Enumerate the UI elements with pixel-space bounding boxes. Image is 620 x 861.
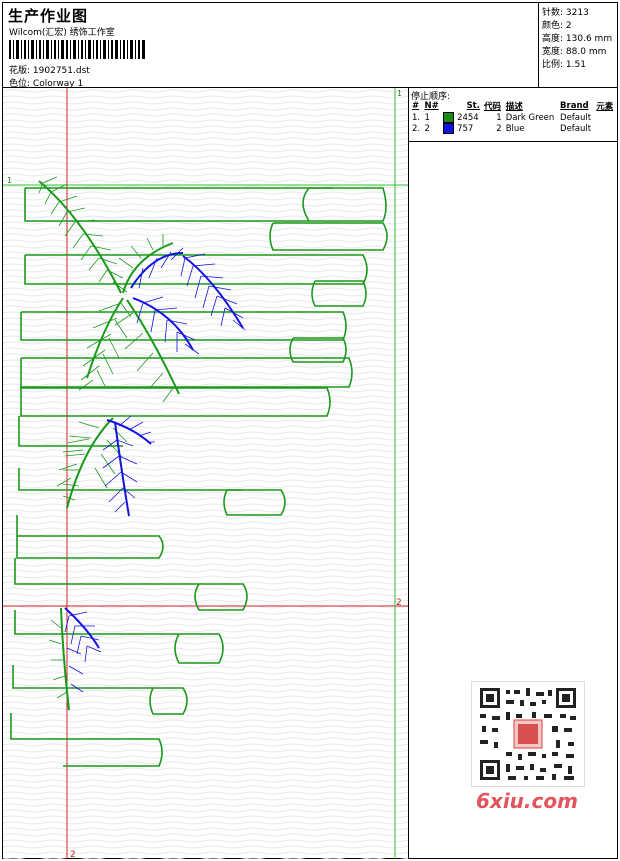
marker-bottom-2: 2 (70, 850, 76, 859)
stat-value: 2 (565, 21, 572, 31)
row-element (594, 112, 616, 123)
marker-right-2: 2 (396, 598, 402, 608)
col-index: # (412, 101, 420, 111)
page-title: 生产作业图 (8, 7, 89, 25)
marker-left-1: 1 (7, 176, 12, 185)
color-swatch-icon (443, 123, 455, 134)
col-needle: N# (424, 101, 439, 111)
watermark-text: 6xiu.com (476, 789, 578, 813)
stat-value: 130.6 mm (565, 34, 613, 44)
row-element (594, 123, 616, 134)
row-stitches: 757 (441, 123, 482, 134)
stat-label: 高度: (542, 34, 564, 44)
stat-height: 高度: 130.6 mm (542, 31, 612, 44)
stitch-count: 2454 (457, 113, 479, 123)
color-swatch-icon (443, 112, 455, 123)
table-header-row: # N# St. 代码 描述 Brand 元素 (410, 100, 616, 112)
stitch-count: 757 (457, 124, 474, 134)
stat-label: 宽度: (542, 47, 564, 57)
row-needle: 1 (424, 112, 430, 123)
panel-divider (408, 87, 409, 859)
header-info: 生产作业图 Wilcom(汇宏) 绣饰工作室 花版: 1902751.dst 色… (4, 3, 534, 89)
row-stitches: 2454 (441, 112, 482, 123)
row-index: 2. (412, 123, 421, 134)
marker-top-1: 1 (397, 89, 402, 98)
table-divider (409, 141, 618, 142)
stat-scale: 比例: 1.51 (542, 57, 586, 70)
stat-label: 针数: (542, 8, 564, 18)
col-desc: 描述 (505, 102, 523, 112)
stat-value: 3213 (565, 8, 589, 18)
stats-panel: 针数: 3213 颜色: 2 高度: 130.6 mm 宽度: 88.0 mm … (538, 3, 617, 87)
barcode-icon (9, 40, 145, 59)
qr-code-icon (471, 681, 585, 787)
stat-value: 88.0 mm (565, 47, 607, 57)
stat-label: 比例: (542, 60, 564, 70)
row-code: 2 (496, 123, 502, 134)
col-stitches: St. (466, 101, 480, 111)
row-desc: Blue (505, 123, 525, 134)
design-value: 1902751.dst (32, 66, 90, 76)
row-brand: Default (560, 123, 592, 134)
stat-value: 1.51 (565, 60, 586, 70)
stat-colors: 颜色: 2 (542, 18, 572, 31)
col-element: 元素 (596, 102, 614, 112)
col-code: 代码 (483, 102, 501, 112)
stat-stitches: 针数: 3213 (542, 5, 589, 18)
fabric-background (3, 88, 408, 859)
stop-sequence-table: # N# St. 代码 描述 Brand 元素 1. 1 2454 1 Dark… (410, 100, 616, 134)
row-desc: Dark Green (505, 112, 555, 123)
design-line: 花版: 1902751.dst (9, 63, 90, 76)
company-name: Wilcom(汇宏) 绣饰工作室 (9, 28, 115, 38)
stat-width: 宽度: 88.0 mm (542, 44, 606, 57)
table-row[interactable]: 1. 1 2454 1 Dark Green Default (410, 112, 616, 123)
row-brand: Default (560, 112, 592, 123)
row-index: 1. (412, 112, 421, 123)
design-label: 花版: (9, 66, 31, 76)
embroidery-canvas: 1 1 2 2 (3, 88, 408, 859)
col-brand: Brand (560, 101, 589, 111)
table-row[interactable]: 2. 2 757 2 Blue Default (410, 123, 616, 134)
row-code: 1 (496, 112, 502, 123)
row-needle: 2 (424, 123, 430, 134)
stat-label: 颜色: (542, 21, 564, 31)
